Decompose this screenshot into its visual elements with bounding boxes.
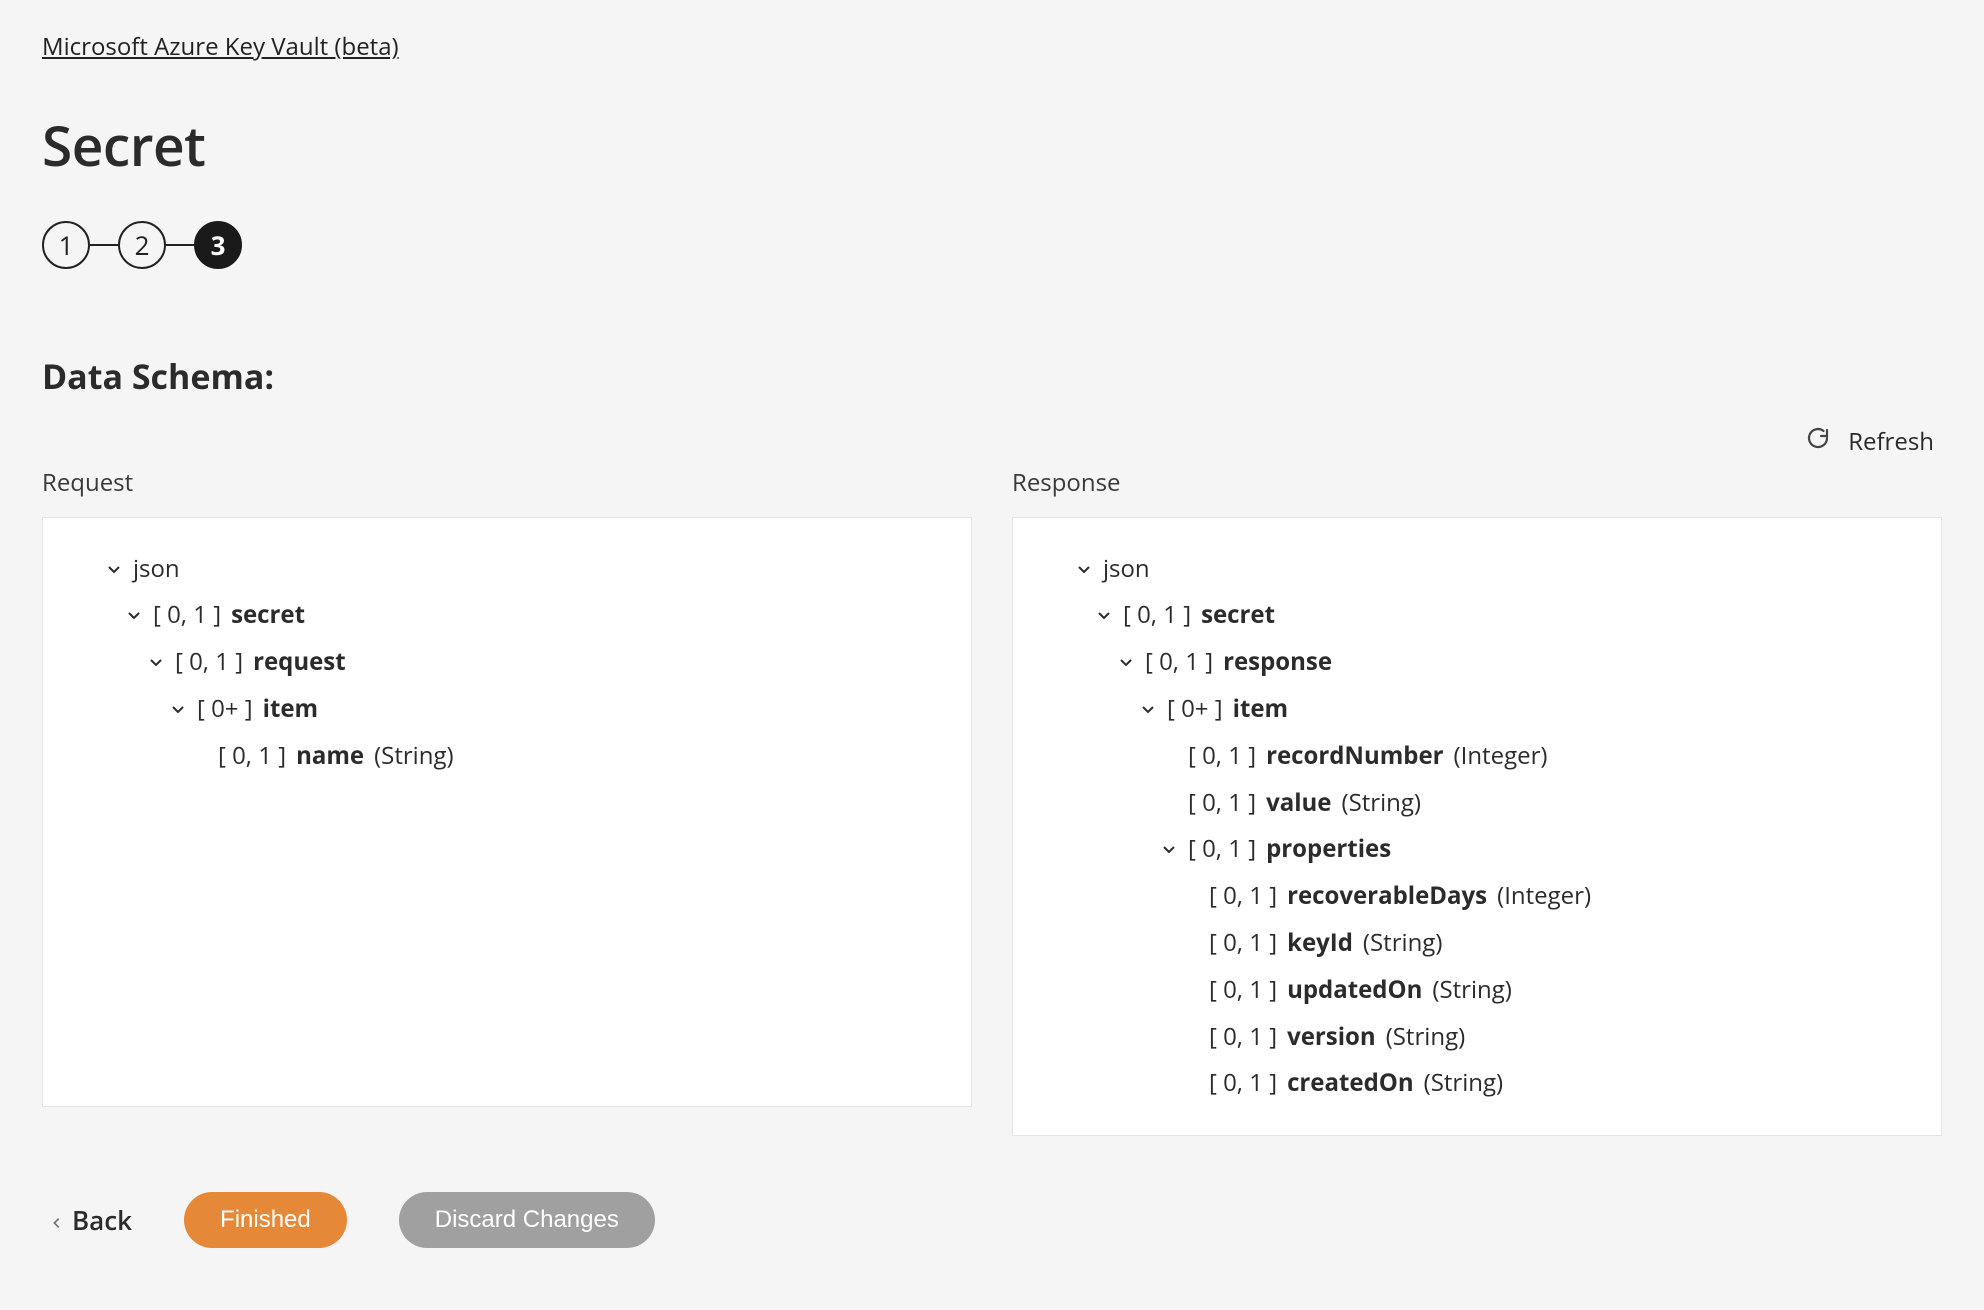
tree-node[interactable]: [ 0, 1 ] keyId (String) (1181, 920, 1907, 967)
tree-node[interactable]: [ 0, 1 ] createdOn (String) (1181, 1060, 1907, 1107)
page-title: Secret (42, 108, 1942, 183)
node-cardinality: [ 0, 1 ] (1209, 967, 1277, 1014)
node-cardinality: [ 0+ ] (1167, 686, 1223, 733)
step-2[interactable]: 2 (118, 221, 166, 269)
refresh-icon (1806, 425, 1830, 458)
response-panel: json [ 0, 1 ] secret[ 0, 1 ] response[ 0… (1012, 517, 1942, 1137)
tree-node[interactable]: [ 0, 1 ] name (String) (190, 733, 937, 780)
node-cardinality: [ 0, 1 ] (218, 733, 286, 780)
step-3[interactable]: 3 (194, 221, 242, 269)
node-type: (String) (374, 733, 454, 780)
chevron-down-icon (169, 701, 187, 717)
node-name: secret (1201, 592, 1275, 639)
node-cardinality: [ 0, 1 ] (175, 639, 243, 686)
tree-node[interactable]: [ 0, 1 ] recordNumber (Integer) (1160, 733, 1907, 780)
request-column: Request json [ 0, 1 ] secret[ 0, 1 ] req… (42, 466, 972, 1137)
tree-node[interactable]: [ 0, 1 ] request (147, 639, 937, 686)
breadcrumb[interactable]: Microsoft Azure Key Vault (beta) (42, 30, 399, 63)
chevron-down-icon (1095, 607, 1113, 623)
node-cardinality: [ 0, 1 ] (1188, 733, 1256, 780)
back-button[interactable]: Back (50, 1202, 132, 1238)
step-connector (166, 244, 194, 246)
node-name: recoverableDays (1287, 873, 1487, 920)
node-cardinality: [ 0, 1 ] (1209, 873, 1277, 920)
tree-node[interactable]: [ 0, 1 ] properties (1160, 826, 1907, 873)
node-name: response (1223, 639, 1332, 686)
node-cardinality: [ 0+ ] (197, 686, 253, 733)
node-name: item (263, 686, 319, 733)
node-cardinality: [ 0, 1 ] (1188, 780, 1256, 827)
node-cardinality: [ 0, 1 ] (1188, 826, 1256, 873)
tree-node[interactable]: [ 0, 1 ] value (String) (1160, 780, 1907, 827)
node-cardinality: [ 0, 1 ] (1145, 639, 1213, 686)
refresh-button[interactable]: Refresh (1806, 425, 1934, 458)
tree-node[interactable]: [ 0, 1 ] recoverableDays (Integer) (1181, 873, 1907, 920)
node-name: updatedOn (1287, 967, 1422, 1014)
node-type: (String) (1363, 920, 1443, 967)
chevron-down-icon (1075, 561, 1093, 577)
refresh-label: Refresh (1848, 425, 1934, 458)
tree-node[interactable]: [ 0, 1 ] updatedOn (String) (1181, 967, 1907, 1014)
finished-button[interactable]: Finished (184, 1192, 347, 1248)
chevron-down-icon (1160, 841, 1178, 857)
tree-node[interactable]: [ 0, 1 ] secret (1095, 592, 1907, 639)
node-name: recordNumber (1266, 733, 1443, 780)
response-column: Response json [ 0, 1 ] secret[ 0, 1 ] re… (1012, 466, 1942, 1137)
node-name: name (296, 733, 364, 780)
node-name: version (1287, 1014, 1376, 1061)
node-name: item (1233, 686, 1289, 733)
back-label: Back (72, 1202, 132, 1238)
step-connector (90, 244, 118, 246)
node-type: (String) (1432, 967, 1512, 1014)
node-name: secret (231, 592, 305, 639)
node-cardinality: [ 0, 1 ] (1123, 592, 1191, 639)
response-label: Response (1012, 466, 1942, 499)
node-cardinality: [ 0, 1 ] (153, 592, 221, 639)
node-name: value (1266, 780, 1331, 827)
section-heading: Data Schema: (42, 353, 1942, 399)
node-cardinality: [ 0, 1 ] (1209, 1014, 1277, 1061)
node-type: (String) (1424, 1060, 1504, 1107)
node-type: (Integer) (1497, 873, 1591, 920)
tree-node[interactable]: json (1075, 546, 1907, 593)
node-cardinality: [ 0, 1 ] (1209, 920, 1277, 967)
chevron-down-icon (105, 561, 123, 577)
chevron-down-icon (125, 607, 143, 623)
node-name: json (1103, 546, 1150, 593)
chevron-down-icon (1117, 654, 1135, 670)
tree-node[interactable]: [ 0+ ] item (1139, 686, 1907, 733)
node-type: (String) (1342, 780, 1422, 827)
tree-node[interactable]: json (105, 546, 937, 593)
discard-button[interactable]: Discard Changes (399, 1192, 655, 1248)
node-type: (String) (1386, 1014, 1466, 1061)
node-name: json (133, 546, 180, 593)
node-name: keyId (1287, 920, 1353, 967)
tree-node[interactable]: [ 0, 1 ] version (String) (1181, 1014, 1907, 1061)
node-cardinality: [ 0, 1 ] (1209, 1060, 1277, 1107)
node-name: properties (1266, 826, 1391, 873)
response-tree: json [ 0, 1 ] secret[ 0, 1 ] response[ 0… (1047, 546, 1907, 1108)
node-type: (Integer) (1454, 733, 1548, 780)
chevron-down-icon (1139, 701, 1157, 717)
tree-node[interactable]: [ 0+ ] item (169, 686, 937, 733)
stepper: 1 2 3 (42, 221, 1942, 269)
step-1[interactable]: 1 (42, 221, 90, 269)
tree-node[interactable]: [ 0, 1 ] response (1117, 639, 1907, 686)
request-label: Request (42, 466, 972, 499)
node-name: createdOn (1287, 1060, 1414, 1107)
chevron-left-icon (50, 1202, 64, 1238)
node-name: request (253, 639, 346, 686)
request-panel: json [ 0, 1 ] secret[ 0, 1 ] request[ 0+… (42, 517, 972, 1107)
request-tree: json [ 0, 1 ] secret[ 0, 1 ] request[ 0+… (77, 546, 937, 780)
chevron-down-icon (147, 654, 165, 670)
tree-node[interactable]: [ 0, 1 ] secret (125, 592, 937, 639)
